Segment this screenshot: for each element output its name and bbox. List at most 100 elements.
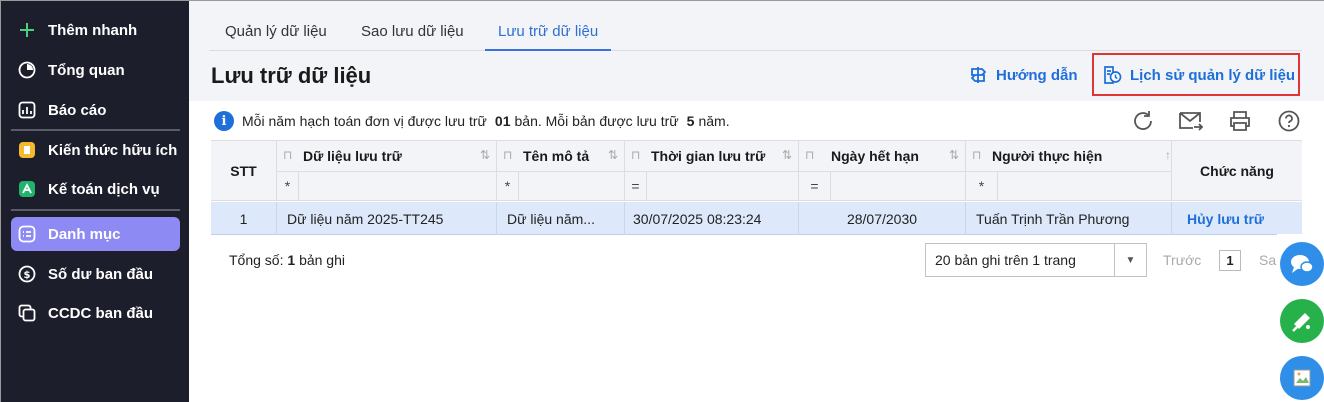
- plus-icon: [17, 20, 37, 40]
- filter-cell[interactable]: *: [277, 171, 496, 200]
- total-label: Tổng số:: [229, 252, 284, 268]
- filter-operator[interactable]: *: [277, 172, 299, 200]
- pin-icon[interactable]: ⊓: [283, 148, 292, 162]
- quick-add-button[interactable]: Thêm nhanh: [11, 13, 180, 47]
- quick-add-label: Thêm nhanh: [48, 21, 138, 39]
- chevron-down-icon[interactable]: ▼: [1114, 244, 1146, 276]
- mail-send-icon: [1179, 112, 1204, 131]
- history-button[interactable]: Lịch sử quản lý dữ liệu: [1102, 65, 1295, 85]
- chat-icon: [1291, 255, 1314, 273]
- column-header-expiry[interactable]: ⊓ Ngày hết hạn ⇅ =: [799, 141, 966, 201]
- refresh-button[interactable]: [1130, 108, 1156, 134]
- info-years: 5: [686, 113, 695, 129]
- cell-stt: 1: [211, 202, 277, 235]
- pin-icon[interactable]: ⊓: [805, 148, 814, 162]
- filter-operator[interactable]: =: [799, 172, 831, 200]
- svg-text:$: $: [24, 270, 31, 281]
- sidebar-item-catalog[interactable]: Danh mục: [11, 217, 180, 251]
- page-title: Lưu trữ dữ liệu: [211, 63, 372, 88]
- sidebar-item-label: Kế toán dịch vụ: [48, 180, 160, 198]
- sidebar-item-service-accounting[interactable]: Kế toán dịch vụ: [11, 172, 180, 206]
- info-middle: bản. Mỗi bản được lưu trữ: [514, 113, 679, 129]
- filter-cell[interactable]: =: [625, 171, 798, 200]
- history-document-icon: [1102, 65, 1122, 85]
- sidebar-item-knowledge[interactable]: Kiến thức hữu ích: [11, 133, 180, 167]
- dashboard-icon: [17, 60, 37, 80]
- info-prefix: Mỗi năm hạch toán đơn vị được lưu trữ: [242, 113, 487, 129]
- sort-icon[interactable]: ⇅: [480, 148, 490, 162]
- filter-cell[interactable]: *: [497, 171, 624, 200]
- prev-page-button[interactable]: Trước: [1163, 252, 1201, 268]
- tab-data-backup[interactable]: Sao lưu dữ liệu: [361, 23, 464, 51]
- broken-image-button[interactable]: [1280, 356, 1324, 400]
- page-number[interactable]: 1: [1219, 250, 1241, 271]
- sidebar-item-reports[interactable]: Báo cáo: [11, 93, 180, 127]
- knowledge-icon: [17, 140, 37, 160]
- chat-button[interactable]: [1280, 242, 1324, 286]
- sidebar-item-label: Danh mục: [48, 225, 121, 243]
- pin-icon[interactable]: ⊓: [631, 148, 640, 162]
- send-email-button[interactable]: [1178, 108, 1204, 134]
- column-label: Dữ liệu lưu trữ: [303, 148, 402, 164]
- pin-icon[interactable]: ⊓: [503, 148, 512, 162]
- refresh-icon: [1134, 111, 1152, 130]
- info-icon: i: [214, 111, 234, 131]
- filter-operator[interactable]: *: [497, 172, 519, 200]
- sidebar-item-label: Báo cáo: [48, 101, 107, 119]
- pin-icon[interactable]: ⊓: [972, 148, 981, 162]
- table-row[interactable]: 1 Dữ liệu năm 2025-TT245 Dữ liệu năm... …: [211, 202, 1302, 235]
- print-button[interactable]: [1227, 108, 1253, 134]
- column-header-data[interactable]: ⊓ Dữ liệu lưu trữ ⇅ *: [277, 141, 497, 201]
- sidebar-item-label: Tổng quan: [48, 61, 125, 79]
- table-header: STT ⊓ Dữ liệu lưu trữ ⇅ * ⊓ Tên mô tả ⇅ …: [211, 141, 1302, 201]
- filter-cell[interactable]: =: [799, 171, 965, 200]
- sidebar-item-overview[interactable]: Tổng quan: [11, 53, 180, 87]
- sort-icon[interactable]: ↑: [1165, 148, 1171, 162]
- sidebar-item-initial-tools[interactable]: CCDC ban đầu: [11, 296, 180, 330]
- tab-data-archive[interactable]: Lưu trữ dữ liệu: [485, 23, 612, 51]
- page-size-value: 20 bản ghi trên 1 trang: [935, 252, 1076, 268]
- column-label: Ngày hết hạn: [831, 148, 919, 164]
- filter-cell[interactable]: *: [966, 171, 1171, 200]
- column-header-archive-time[interactable]: ⊓ Thời gian lưu trữ ⇅ =: [625, 141, 799, 201]
- help-button[interactable]: [1276, 108, 1302, 134]
- page-size-select[interactable]: 20 bản ghi trên 1 trang ▼: [925, 243, 1147, 277]
- total-unit: bản ghi: [299, 252, 345, 268]
- sidebar-divider: [11, 209, 180, 211]
- megaphone-icon: [1292, 313, 1310, 332]
- service-accounting-icon: [17, 179, 37, 199]
- column-header-stt: STT: [211, 141, 277, 201]
- sort-icon[interactable]: ⇅: [608, 148, 618, 162]
- announcement-button[interactable]: [1280, 299, 1324, 343]
- column-header-user[interactable]: ⊓ Người thực hiện ↑ *: [966, 141, 1172, 201]
- total-records: Tổng số: 1 bản ghi: [229, 252, 345, 268]
- catalog-icon: [17, 224, 37, 244]
- guide-button[interactable]: Hướng dẫn: [968, 65, 1078, 85]
- unarchive-button[interactable]: Hủy lưu trữ: [1172, 202, 1302, 235]
- cell-data: Dữ liệu năm 2025-TT245: [277, 202, 497, 235]
- sidebar-divider: [11, 129, 180, 131]
- tab-data-management[interactable]: Quản lý dữ liệu: [225, 23, 327, 51]
- info-suffix: năm.: [698, 113, 730, 129]
- filter-operator[interactable]: *: [966, 172, 998, 200]
- help-icon: [1278, 110, 1300, 132]
- column-label: Người thực hiện: [992, 148, 1103, 164]
- sidebar: Thêm nhanh Tổng quan Báo cáo Kiến thức h…: [1, 1, 189, 402]
- sidebar-item-opening-balance[interactable]: $ Số dư ban đầu: [11, 257, 180, 291]
- sort-icon[interactable]: ⇅: [782, 148, 792, 162]
- filter-operator[interactable]: =: [625, 172, 647, 200]
- image-icon: [1293, 369, 1311, 387]
- cell-user: Tuấn Trịnh Trần Phương: [966, 202, 1172, 235]
- sort-icon[interactable]: ⇅: [949, 148, 959, 162]
- initial-tools-icon: [17, 303, 37, 323]
- signpost-icon: [968, 65, 988, 85]
- column-label: STT: [230, 163, 257, 179]
- column-label: Chức năng: [1200, 163, 1274, 179]
- sidebar-item-label: Kiến thức hữu ích: [48, 141, 178, 159]
- column-header-actions: Chức năng: [1172, 141, 1302, 201]
- sidebar-item-label: CCDC ban đầu: [48, 304, 153, 322]
- cell-expiry: 28/07/2030: [799, 202, 966, 235]
- column-header-description[interactable]: ⊓ Tên mô tả ⇅ *: [497, 141, 625, 201]
- printer-icon: [1230, 111, 1250, 131]
- opening-balance-icon: $: [17, 264, 37, 284]
